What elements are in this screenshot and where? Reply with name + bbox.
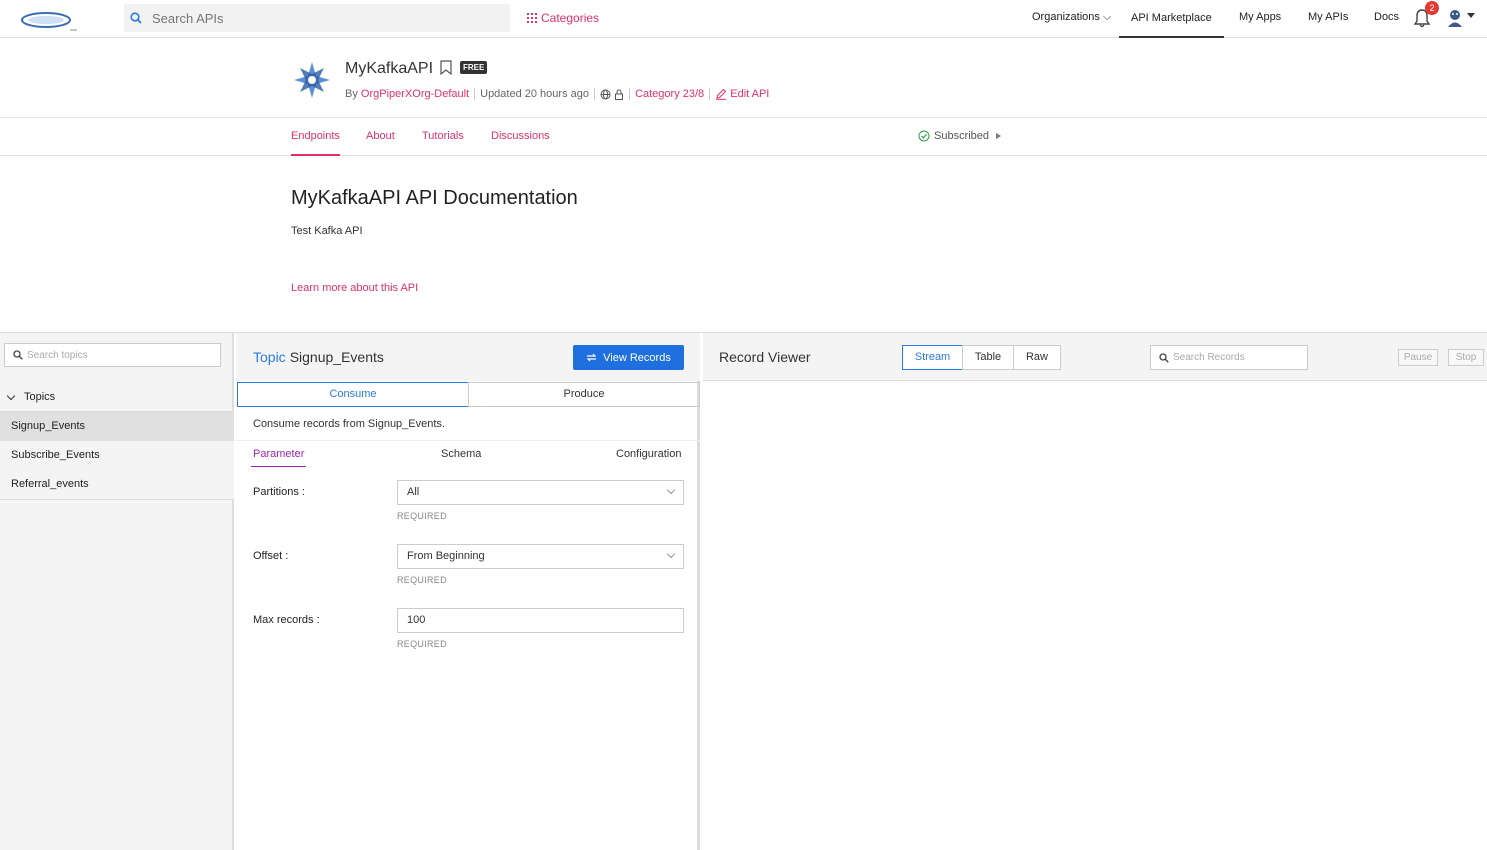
offset-select[interactable]: From Beginning — [397, 544, 684, 569]
topic-item[interactable]: Signup_Events — [0, 412, 234, 441]
free-badge: FREE — [460, 61, 488, 74]
notification-badge: 2 — [1425, 1, 1439, 15]
search-icon — [13, 350, 23, 360]
organizations-label: Organizations — [1032, 11, 1100, 23]
chevron-down-icon — [6, 391, 16, 400]
topic-panel-header: Topic Signup_Events View Records — [236, 333, 700, 381]
topics-heading: Topics — [24, 391, 56, 403]
tab-endpoints[interactable]: Endpoints — [291, 130, 340, 156]
topic-heading: Topic Signup_Events — [253, 349, 384, 365]
learn-more-link[interactable]: Learn more about this API — [291, 282, 418, 294]
topics-sidebar: Search topics Topics Signup_Events Subsc… — [0, 333, 234, 850]
categories-label: Categories — [541, 11, 600, 25]
tab-tutorials[interactable]: Tutorials — [422, 130, 464, 142]
org-link[interactable]: OrgPiperXOrg-Default — [361, 88, 469, 100]
max-records-value: 100 — [407, 614, 426, 626]
topic-list: Signup_Events Subscribe_Events Referral_… — [0, 411, 234, 500]
category-link[interactable]: Category 23/8 — [635, 88, 704, 100]
search-icon — [1159, 352, 1169, 363]
grid-icon — [527, 13, 537, 23]
record-viewer-header: Record Viewer Stream Table Raw Search Re… — [703, 333, 1487, 381]
view-records-button[interactable]: View Records — [573, 345, 684, 370]
required-hint: REQUIRED — [397, 511, 447, 521]
tab-configuration[interactable]: Configuration — [616, 448, 681, 460]
partitions-select[interactable]: All — [397, 480, 684, 505]
doc-description: Test Kafka API — [291, 225, 363, 237]
user-menu-caret-icon[interactable] — [1467, 13, 1475, 18]
topics-toggle[interactable]: Topics — [0, 383, 234, 411]
record-viewer: Record Viewer Stream Table Raw Search Re… — [703, 333, 1487, 850]
view-records-label: View Records — [603, 351, 671, 364]
record-viewer-title: Record Viewer — [719, 349, 811, 365]
offset-value: From Beginning — [407, 550, 485, 562]
partitions-value: All — [407, 486, 420, 498]
required-hint: REQUIRED — [397, 575, 447, 585]
max-records-input[interactable]: 100 — [397, 608, 684, 633]
record-search-placeholder: Search Records — [1173, 352, 1245, 363]
nav-docs[interactable]: Docs — [1374, 11, 1399, 23]
updated-text: Updated 20 hours ago — [480, 88, 589, 100]
categories-link[interactable]: Categories — [527, 11, 599, 25]
topic-item[interactable]: Subscribe_Events — [0, 441, 234, 470]
consume-description: Consume records from Signup_Events. — [253, 418, 445, 430]
bookmark-icon[interactable] — [440, 60, 452, 75]
view-raw-tab[interactable]: Raw — [1013, 345, 1061, 370]
check-circle-icon — [918, 130, 930, 142]
pause-button[interactable]: Pause — [1398, 349, 1438, 366]
api-logo-icon — [294, 62, 330, 98]
tab-parameter[interactable]: Parameter — [251, 448, 307, 467]
top-navigation: Search APIs Categories Organizations ⌵ A… — [0, 0, 1487, 38]
pencil-icon — [716, 88, 727, 100]
swap-icon — [586, 353, 597, 362]
nav-my-apis[interactable]: My APIs — [1308, 11, 1348, 23]
tab-about[interactable]: About — [366, 130, 395, 142]
produce-tab[interactable]: Produce — [468, 382, 700, 407]
edit-api-link[interactable]: Edit API — [730, 88, 769, 100]
tab-discussions[interactable]: Discussions — [491, 130, 550, 142]
consume-tab[interactable]: Consume — [237, 382, 469, 407]
stop-button[interactable]: Stop — [1448, 349, 1484, 366]
record-search-input[interactable]: Search Records — [1150, 345, 1308, 370]
offset-label: Offset : — [253, 550, 289, 562]
chevron-down-icon — [666, 485, 676, 495]
topic-search-placeholder: Search topics — [27, 349, 88, 361]
topic-search-input[interactable]: Search topics — [4, 343, 221, 367]
view-stream-tab[interactable]: Stream — [902, 345, 963, 370]
api-header: MyKafkaAPI FREE By OrgPiperXOrg-Default … — [0, 38, 1487, 118]
api-meta: By OrgPiperXOrg-Default Updated 20 hours… — [345, 88, 769, 100]
partitions-label: Partitions : — [253, 486, 305, 498]
chevron-down-icon — [666, 549, 676, 559]
user-avatar-icon[interactable] — [1446, 8, 1464, 28]
view-table-tab[interactable]: Table — [962, 345, 1014, 370]
company-logo[interactable] — [20, 8, 78, 32]
topic-label: Topic — [253, 349, 286, 365]
max-records-label: Max records : — [253, 614, 320, 626]
consume-subtabs: Parameter Schema Configuration — [236, 440, 700, 467]
globe-icon — [600, 89, 611, 99]
doc-title: MyKafkaAPI API Documentation — [291, 187, 578, 209]
lock-icon — [615, 89, 624, 100]
organizations-dropdown[interactable]: Organizations ⌵ — [1032, 11, 1111, 24]
by-label: By — [345, 88, 358, 100]
chevron-down-icon: ⌵ — [1099, 11, 1112, 23]
tab-schema[interactable]: Schema — [441, 448, 481, 460]
nav-api-marketplace[interactable]: API Marketplace — [1119, 0, 1224, 38]
topic-panel: Topic Signup_Events View Records Consume … — [236, 333, 700, 850]
nav-my-apps[interactable]: My Apps — [1239, 11, 1281, 23]
topic-name: Signup_Events — [289, 349, 384, 365]
api-tabs: Endpoints About Tutorials Discussions Su… — [0, 118, 1487, 156]
play-arrow-icon — [996, 133, 1002, 139]
subscribed-label: Subscribed — [934, 130, 990, 142]
subscribed-status[interactable]: Subscribed — [918, 130, 1002, 142]
kafka-workspace: Search topics Topics Signup_Events Subsc… — [0, 332, 1487, 850]
required-hint: REQUIRED — [397, 639, 447, 649]
api-title: MyKafkaAPI — [345, 60, 434, 77]
search-icon — [130, 12, 142, 24]
api-search-input[interactable]: Search APIs — [124, 4, 510, 32]
search-placeholder: Search APIs — [152, 10, 224, 26]
topic-item[interactable]: Referral_events — [0, 470, 234, 499]
